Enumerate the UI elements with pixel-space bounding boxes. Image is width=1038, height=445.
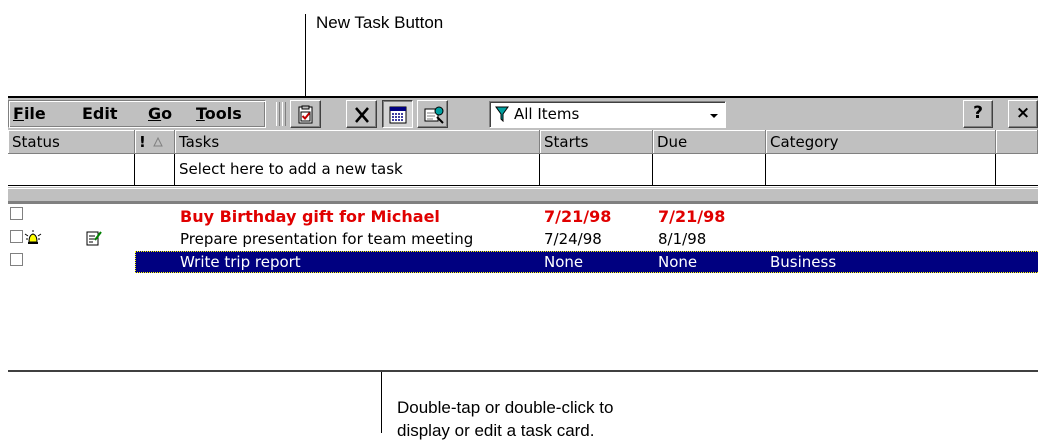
- task-due: 8/1/98: [658, 230, 707, 248]
- toolbar-grip[interactable]: [276, 102, 280, 126]
- new-task-priority-cell: [135, 154, 175, 186]
- new-task-input[interactable]: Select here to add a new task: [175, 154, 540, 186]
- new-task-row[interactable]: Select here to add a new task: [8, 154, 1038, 187]
- callout-bottom-text-2: display or edit a task card.: [397, 421, 595, 440]
- column-priority[interactable]: !: [135, 130, 175, 154]
- chevron-down-icon[interactable]: [703, 102, 725, 127]
- task-complete-checkbox[interactable]: [10, 207, 23, 220]
- help-button[interactable]: ?: [963, 100, 993, 128]
- task-title: Prepare presentation for team meeting: [180, 230, 474, 248]
- command-bar: File Edit Go Tools All Items ? ×: [8, 96, 1038, 130]
- new-task-icon: [298, 105, 313, 124]
- new-task-spare-cell: [996, 154, 1038, 186]
- task-complete-checkbox[interactable]: [10, 253, 23, 266]
- column-due[interactable]: Due: [653, 130, 766, 154]
- task-starts: None: [544, 253, 584, 271]
- reminder-bell-icon: [24, 230, 42, 244]
- note-icon: [86, 231, 102, 246]
- filter-value: All Items: [514, 105, 580, 123]
- properties-icon: [424, 106, 444, 124]
- menu-tools[interactable]: Tools: [196, 104, 242, 123]
- properties-button[interactable]: [417, 100, 448, 128]
- close-button[interactable]: ×: [1008, 100, 1038, 128]
- task-title: Buy Birthday gift for Michael: [180, 207, 440, 226]
- task-due: 7/21/98: [658, 207, 726, 226]
- column-spare: [996, 130, 1038, 154]
- delete-icon: [355, 107, 369, 123]
- menu-bar: File Edit Go Tools: [8, 100, 266, 128]
- task-category: Business: [770, 253, 837, 271]
- menu-edit[interactable]: Edit: [82, 104, 118, 123]
- new-task-status-cell: [8, 154, 135, 186]
- task-starts: 7/24/98: [544, 230, 602, 248]
- task-list: Buy Birthday gift for Michael 7/21/98 7/…: [8, 204, 1038, 372]
- task-starts: 7/21/98: [544, 207, 612, 226]
- task-row[interactable]: Prepare presentation for team meeting 7/…: [8, 228, 1038, 250]
- column-header-row: Status ! Tasks Starts Due Category: [8, 130, 1038, 154]
- callout-top-line: [305, 14, 306, 38]
- filter-icon: [495, 106, 509, 122]
- details-view-button[interactable]: [382, 100, 413, 128]
- callout-new-task-button: New Task Button: [316, 13, 444, 32]
- priority-label: !: [139, 133, 146, 151]
- task-due: None: [658, 253, 698, 271]
- new-task-starts-cell: [540, 154, 653, 186]
- callout-top-line-lower: [305, 38, 306, 98]
- delete-button[interactable]: [346, 100, 377, 128]
- column-starts[interactable]: Starts: [540, 130, 653, 154]
- sort-ascending-icon: [153, 137, 163, 147]
- task-row[interactable]: Buy Birthday gift for Michael 7/21/98 7/…: [8, 205, 1038, 227]
- column-status[interactable]: Status: [8, 130, 135, 154]
- filter-dropdown[interactable]: All Items: [489, 101, 726, 128]
- column-tasks[interactable]: Tasks: [175, 130, 540, 154]
- task-complete-checkbox[interactable]: [10, 230, 23, 243]
- new-task-category-cell: [766, 154, 996, 186]
- new-task-due-cell: [653, 154, 766, 186]
- toolbar-grip-2[interactable]: [282, 102, 286, 126]
- task-row-selected[interactable]: Write trip report None None Business: [8, 251, 1038, 273]
- menu-file[interactable]: File: [13, 104, 46, 123]
- column-category[interactable]: Category: [766, 130, 996, 154]
- new-task-button[interactable]: [290, 100, 321, 128]
- details-view-icon: [389, 106, 407, 124]
- menu-go[interactable]: Go: [148, 104, 172, 123]
- tasks-window: File Edit Go Tools All Items ? × Status …: [8, 96, 1038, 372]
- list-splitter[interactable]: [8, 188, 1038, 204]
- callout-bottom-text-1: Double-tap or double-click to: [397, 398, 614, 417]
- task-title: Write trip report: [180, 253, 301, 271]
